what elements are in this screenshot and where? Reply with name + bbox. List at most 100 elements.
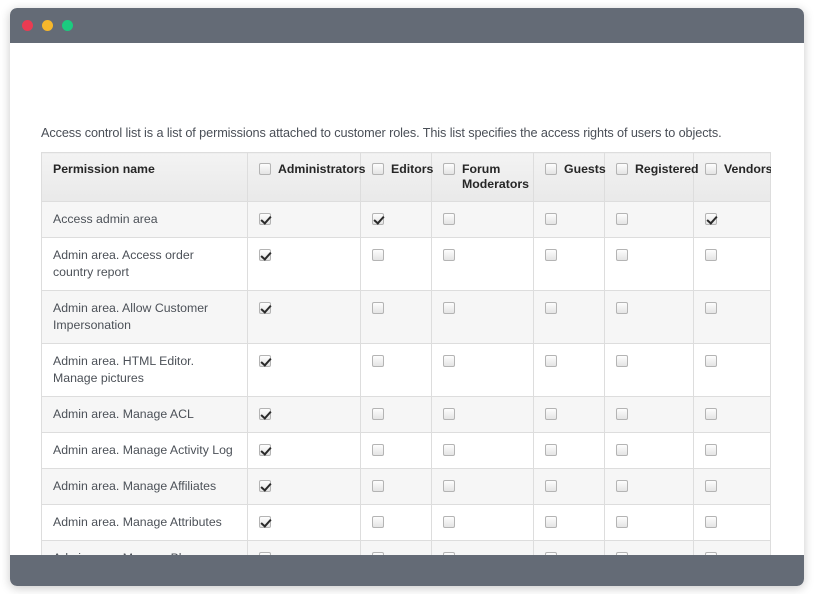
permission-checkbox[interactable]: [259, 444, 271, 456]
permission-checkbox[interactable]: [705, 408, 717, 420]
permission-checkbox[interactable]: [545, 302, 557, 314]
select-all-checkbox-0[interactable]: [259, 163, 271, 175]
acl-permissions-table: Permission name Administrators Editors For…: [41, 152, 771, 555]
permission-checkbox[interactable]: [705, 444, 717, 456]
column-header-permission-name: Permission name: [41, 152, 248, 202]
permission-cell: [247, 504, 361, 541]
permission-checkbox[interactable]: [372, 516, 384, 528]
permission-checkbox[interactable]: [443, 249, 455, 261]
permission-checkbox[interactable]: [443, 480, 455, 492]
table-row: Admin area. Access order country report: [41, 237, 771, 291]
window-footer-bar: [10, 555, 804, 586]
permission-cell: [360, 504, 432, 541]
permission-checkbox[interactable]: [259, 213, 271, 225]
permission-checkbox[interactable]: [259, 480, 271, 492]
permission-checkbox[interactable]: [545, 444, 557, 456]
permission-cell: [604, 201, 694, 238]
permission-checkbox[interactable]: [705, 516, 717, 528]
table-row: Admin area. Manage Blog: [41, 540, 771, 555]
permission-cell: [360, 396, 432, 433]
select-all-checkbox-3[interactable]: [545, 163, 557, 175]
maximize-window-button[interactable]: [62, 20, 73, 31]
permission-checkbox[interactable]: [545, 408, 557, 420]
permission-checkbox[interactable]: [372, 408, 384, 420]
permission-checkbox[interactable]: [443, 516, 455, 528]
permission-checkbox[interactable]: [372, 355, 384, 367]
permission-checkbox[interactable]: [372, 480, 384, 492]
permission-name-header-label: Permission name: [53, 162, 155, 176]
permission-checkbox[interactable]: [705, 355, 717, 367]
permission-cell: [533, 290, 605, 344]
acl-description: Access control list is a list of permiss…: [41, 126, 722, 140]
permission-checkbox[interactable]: [545, 516, 557, 528]
permission-checkbox[interactable]: [259, 249, 271, 261]
role-header-label: Administrators: [278, 162, 366, 176]
permission-checkbox[interactable]: [443, 355, 455, 367]
table-row: Admin area. HTML Editor. Manage pictures: [41, 343, 771, 397]
permission-checkbox[interactable]: [545, 213, 557, 225]
permission-name-cell: Admin area. Manage Attributes: [41, 504, 248, 541]
acl-table-container: Permission name Administrators Editors For…: [41, 152, 771, 555]
permission-cell: [604, 396, 694, 433]
permission-checkbox[interactable]: [545, 480, 557, 492]
permission-cell: [693, 432, 771, 469]
permission-checkbox[interactable]: [259, 302, 271, 314]
permission-checkbox[interactable]: [443, 444, 455, 456]
permission-checkbox[interactable]: [705, 552, 717, 555]
permission-checkbox[interactable]: [372, 302, 384, 314]
permission-checkbox[interactable]: [259, 355, 271, 367]
acl-table-head: Permission name Administrators Editors For…: [41, 152, 771, 202]
permission-checkbox[interactable]: [616, 355, 628, 367]
permission-cell: [604, 432, 694, 469]
permission-checkbox[interactable]: [705, 302, 717, 314]
table-row: Admin area. Manage ACL: [41, 396, 771, 433]
select-all-checkbox-5[interactable]: [705, 163, 717, 175]
permission-checkbox[interactable]: [443, 552, 455, 555]
permission-cell: [533, 432, 605, 469]
permission-checkbox[interactable]: [616, 249, 628, 261]
permission-cell: [533, 540, 605, 555]
permission-checkbox[interactable]: [259, 552, 271, 555]
permission-cell: [360, 290, 432, 344]
permission-name-cell: Admin area. Manage Activity Log: [41, 432, 248, 469]
permission-checkbox[interactable]: [616, 552, 628, 555]
permission-cell: [247, 201, 361, 238]
minimize-window-button[interactable]: [42, 20, 53, 31]
permission-checkbox[interactable]: [616, 408, 628, 420]
permission-checkbox[interactable]: [616, 444, 628, 456]
select-all-checkbox-1[interactable]: [372, 163, 384, 175]
permission-checkbox[interactable]: [705, 249, 717, 261]
permission-checkbox[interactable]: [616, 480, 628, 492]
permission-checkbox[interactable]: [443, 408, 455, 420]
table-row: Access admin area: [41, 201, 771, 238]
permission-checkbox[interactable]: [545, 249, 557, 261]
permission-name-cell: Admin area. HTML Editor. Manage pictures: [41, 343, 248, 397]
close-window-button[interactable]: [22, 20, 33, 31]
role-header-label: Registered: [635, 162, 699, 176]
permission-cell: [604, 343, 694, 397]
permission-checkbox[interactable]: [372, 213, 384, 225]
permission-checkbox[interactable]: [616, 516, 628, 528]
permission-checkbox[interactable]: [372, 444, 384, 456]
select-all-checkbox-4[interactable]: [616, 163, 628, 175]
permission-checkbox[interactable]: [372, 249, 384, 261]
permission-checkbox[interactable]: [443, 213, 455, 225]
permission-checkbox[interactable]: [616, 302, 628, 314]
permission-name-cell: Admin area. Manage Blog: [41, 540, 248, 555]
permission-checkbox[interactable]: [259, 408, 271, 420]
permission-cell: [247, 290, 361, 344]
permission-checkbox[interactable]: [372, 552, 384, 555]
permission-checkbox[interactable]: [545, 552, 557, 555]
permission-name-cell: Admin area. Manage ACL: [41, 396, 248, 433]
acl-table-body: Access admin area Admin area. Access orde…: [41, 201, 771, 555]
permission-cell: [431, 504, 534, 541]
permission-cell: [533, 504, 605, 541]
permission-checkbox[interactable]: [616, 213, 628, 225]
permission-checkbox[interactable]: [443, 302, 455, 314]
permission-checkbox[interactable]: [705, 213, 717, 225]
permission-checkbox[interactable]: [545, 355, 557, 367]
permission-cell: [431, 540, 534, 555]
permission-checkbox[interactable]: [259, 516, 271, 528]
select-all-checkbox-2[interactable]: [443, 163, 455, 175]
permission-checkbox[interactable]: [705, 480, 717, 492]
